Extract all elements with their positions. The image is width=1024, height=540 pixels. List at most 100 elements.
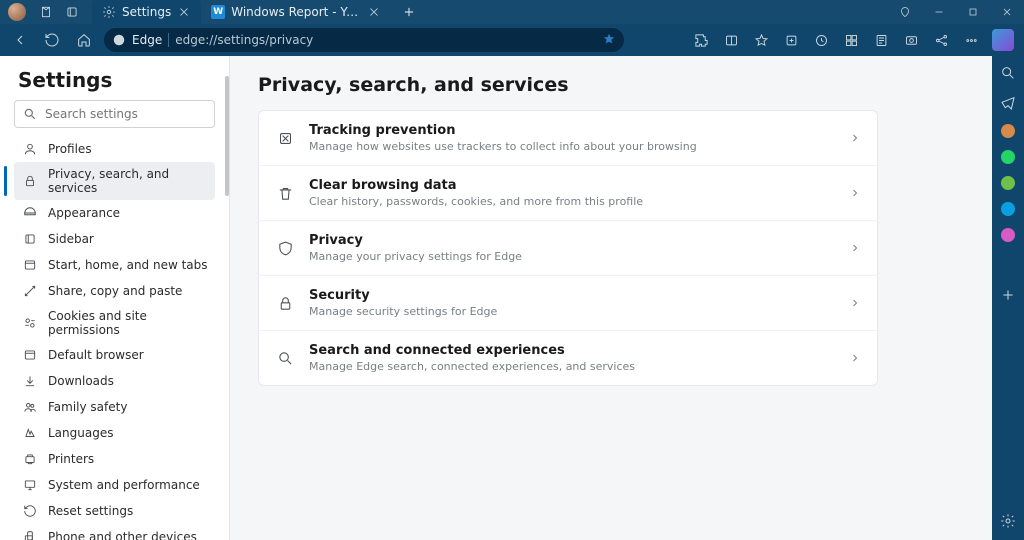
row-desc: Manage security settings for Edge xyxy=(309,305,835,318)
settings-row-security[interactable]: Security Manage security settings for Edg… xyxy=(259,276,877,331)
sidebar-item-label: Phone and other devices xyxy=(48,530,197,540)
sidebar-item-label: Printers xyxy=(48,452,94,466)
sidebar-item-phone-and-other-devices[interactable]: Phone and other devices xyxy=(14,524,215,540)
sidebar-app-1[interactable] xyxy=(1001,124,1015,138)
sidebar-item-label: Profiles xyxy=(48,142,92,156)
sidebar-item-label: Reset settings xyxy=(48,504,133,518)
telegram-icon[interactable] xyxy=(999,94,1017,112)
split-screen-icon[interactable] xyxy=(718,27,744,53)
tab-windows-report[interactable]: W Windows Report - Your go-to sou xyxy=(201,0,391,24)
page-content: Settings ProfilesPrivacy, search, and se… xyxy=(0,56,992,540)
maximize-button[interactable] xyxy=(956,0,990,24)
add-sidebar-app-icon[interactable] xyxy=(999,286,1017,304)
settings-row-tracking-prevention[interactable]: Tracking preventionManage how websites u… xyxy=(259,111,877,166)
chevron-right-icon xyxy=(849,184,861,203)
sidebar-item-start-home-and-new-tabs[interactable]: Start, home, and new tabs xyxy=(14,252,215,278)
window-controls xyxy=(888,0,1024,24)
url-text: edge://settings/privacy xyxy=(175,33,313,47)
tab-settings[interactable]: Settings xyxy=(92,0,201,24)
sidebar-app-2[interactable] xyxy=(1001,176,1015,190)
chevron-right-icon xyxy=(849,294,861,313)
skype-icon[interactable] xyxy=(1001,202,1015,216)
tab-strip: Settings W Windows Report - Your go-to s… xyxy=(92,0,421,24)
favorite-star-icon[interactable] xyxy=(602,32,616,49)
settings-search-input[interactable] xyxy=(45,107,206,121)
edge-sidebar xyxy=(992,56,1024,540)
sidebar-item-family-safety[interactable]: Family safety xyxy=(14,394,215,420)
sidebar-item-printers[interactable]: Printers xyxy=(14,446,215,472)
sidebar-item-languages[interactable]: Languages xyxy=(14,420,215,446)
back-button[interactable] xyxy=(6,26,34,54)
sidebar-item-profiles[interactable]: Profiles xyxy=(14,136,215,162)
screenshot-icon[interactable] xyxy=(898,27,924,53)
sidebar-item-label: Languages xyxy=(48,426,113,440)
workspaces-icon[interactable] xyxy=(36,2,56,22)
sidebar-item-label: Privacy, search, and services xyxy=(48,167,209,195)
sidebar-item-label: Sidebar xyxy=(48,232,94,246)
tab-actions-icon[interactable] xyxy=(62,2,82,22)
row-desc: Manage Edge search, connected experience… xyxy=(309,360,835,373)
more-menu-icon[interactable] xyxy=(958,27,984,53)
row-title: Security xyxy=(309,288,835,303)
settings-row-privacy[interactable]: PrivacyManage your privacy settings for … xyxy=(259,221,877,276)
settings-nav: Profiles Privacy, search, and services App… xyxy=(14,136,215,540)
collections-icon[interactable] xyxy=(778,27,804,53)
sidebar-item-label: Share, copy and paste xyxy=(48,284,182,298)
sidebar-item-appearance[interactable]: Appearance xyxy=(14,200,215,226)
edge-icon xyxy=(112,33,126,47)
divider xyxy=(168,33,169,47)
titlebar: Settings W Windows Report - Your go-to s… xyxy=(0,0,1024,24)
extensions-icon[interactable] xyxy=(688,27,714,53)
settings-row-search-and-connected-experiences[interactable]: Search and connected experiences Manage E… xyxy=(259,331,877,385)
copilot-button[interactable] xyxy=(992,29,1014,51)
minimize-button[interactable] xyxy=(922,0,956,24)
row-title: Clear browsing data xyxy=(309,178,835,193)
home-button[interactable] xyxy=(70,26,98,54)
sidebar-item-label: Downloads xyxy=(48,374,114,388)
search-sidebar-icon[interactable] xyxy=(999,64,1017,82)
reading-mode-icon[interactable] xyxy=(868,27,894,53)
sidebar-item-cookies-and-site-permissions[interactable]: Cookies and site permissions xyxy=(14,304,215,342)
settings-search[interactable] xyxy=(14,100,215,128)
refresh-button[interactable] xyxy=(38,26,66,54)
toolbar: Edge edge://settings/privacy xyxy=(0,24,1024,56)
reset-icon xyxy=(22,503,38,519)
devices-icon xyxy=(22,529,38,540)
row-title: Search and connected experiences xyxy=(309,343,835,358)
monitor-icon xyxy=(22,477,38,493)
sidebar-item-system-and-performance[interactable]: System and performance xyxy=(14,472,215,498)
cookies-icon xyxy=(22,315,38,331)
settings-main: Privacy, search, and services Tracking p… xyxy=(230,56,992,540)
profile-avatar[interactable] xyxy=(8,3,26,21)
extension-bar xyxy=(688,27,1018,53)
share-icon[interactable] xyxy=(928,27,954,53)
sidebar-item-privacy-search-and-services[interactable]: Privacy, search, and services xyxy=(14,162,215,200)
sidebar-item-downloads[interactable]: Downloads xyxy=(14,368,215,394)
sidebar-item-sidebar[interactable]: Sidebar xyxy=(14,226,215,252)
sidebar-settings-icon[interactable] xyxy=(999,512,1017,530)
app-icon[interactable] xyxy=(838,27,864,53)
history-icon[interactable] xyxy=(808,27,834,53)
sidebar-item-label: Default browser xyxy=(48,348,144,362)
sidebar-item-reset-settings[interactable]: Reset settings xyxy=(14,498,215,524)
chevron-right-icon xyxy=(849,129,861,148)
close-icon[interactable] xyxy=(367,5,381,19)
language-icon xyxy=(22,425,38,441)
browser-essentials-icon[interactable] xyxy=(888,0,922,24)
close-window-button[interactable] xyxy=(990,0,1024,24)
sidebar-item-share-copy-and-paste[interactable]: Share, copy and paste xyxy=(14,278,215,304)
favorites-icon[interactable] xyxy=(748,27,774,53)
settings-sidebar: Settings ProfilesPrivacy, search, and se… xyxy=(0,56,230,540)
settings-row-clear-browsing-data[interactable]: Clear browsing dataClear history, passwo… xyxy=(259,166,877,221)
lock-icon xyxy=(275,293,295,313)
lock-icon xyxy=(22,173,38,189)
whatsapp-icon[interactable] xyxy=(1001,150,1015,164)
sidebar-item-default-browser[interactable]: Default browser xyxy=(14,342,215,368)
sidebar-item-label: Family safety xyxy=(48,400,127,414)
new-tab-button[interactable] xyxy=(397,0,421,24)
tab-label: Settings xyxy=(122,5,171,19)
address-bar[interactable]: Edge edge://settings/privacy xyxy=(104,28,624,52)
messenger-icon[interactable] xyxy=(1001,228,1015,242)
tab-label: Windows Report - Your go-to sou xyxy=(231,5,361,19)
close-icon[interactable] xyxy=(177,5,191,19)
